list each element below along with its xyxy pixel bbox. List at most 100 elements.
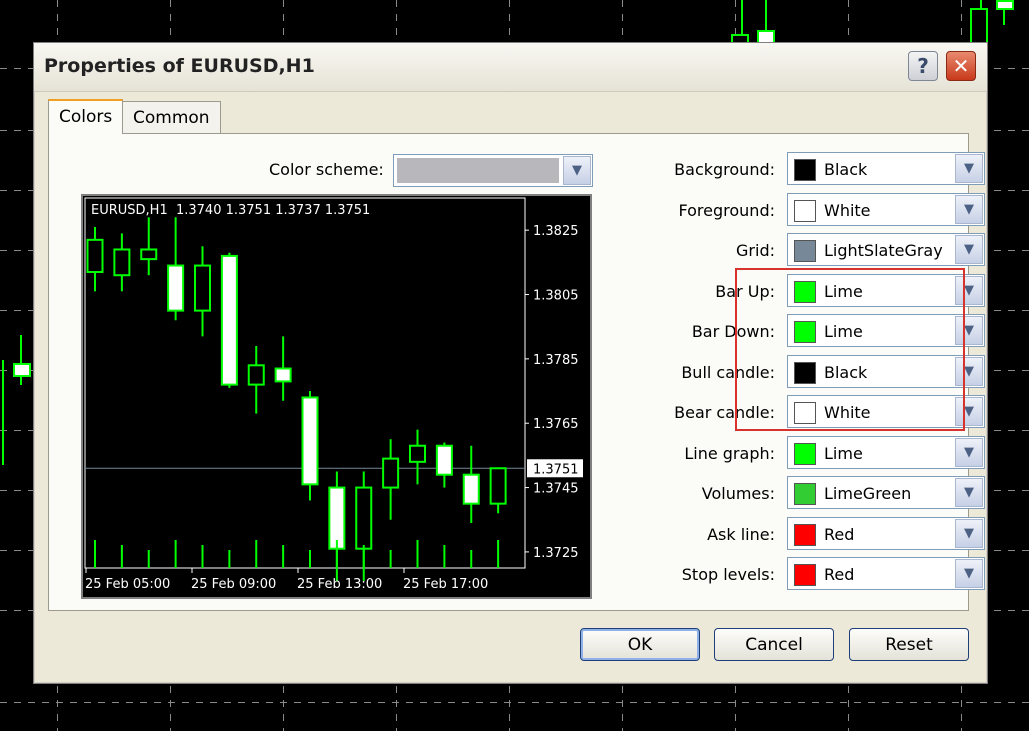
y-tick-label: 1.3765 (533, 417, 579, 432)
color-select[interactable]: LimeGreen ▼ (787, 476, 985, 509)
candle-body (328, 486, 346, 550)
color-select[interactable]: Lime ▼ (787, 274, 985, 307)
property-label: Grid: (736, 241, 775, 260)
color-scheme-select[interactable]: ▼ (393, 154, 593, 187)
candle-body (220, 254, 238, 386)
chevron-down-icon[interactable]: ▼ (955, 559, 983, 588)
property-row: Bar Down: Lime ▼ (609, 314, 985, 348)
color-select[interactable]: White ▼ (787, 395, 985, 428)
chevron-down-icon[interactable]: ▼ (955, 235, 983, 264)
property-row: Bull candle: Black ▼ (609, 355, 985, 389)
candle-body (113, 248, 131, 277)
property-label: Volumes: (701, 484, 775, 503)
property-label: Stop levels: (681, 565, 775, 584)
color-name: Black (824, 363, 868, 382)
bg-candle-body (13, 363, 31, 377)
help-button[interactable]: ? (908, 51, 938, 81)
chevron-down-icon[interactable]: ▼ (955, 316, 983, 345)
bg-candle-body (970, 8, 988, 46)
property-row: Volumes: LimeGreen ▼ (609, 476, 985, 510)
bg-candle-body (996, 0, 1014, 10)
candle-body (301, 396, 319, 486)
reset-button[interactable]: Reset (849, 628, 969, 661)
candle-body (247, 364, 265, 386)
color-swatch (794, 200, 816, 222)
chart-preview: EURUSD,H1 1.3740 1.3751 1.3737 1.3751 1.… (81, 194, 592, 599)
close-button[interactable]: ✕ (946, 51, 976, 81)
color-select[interactable]: Red ▼ (787, 557, 985, 590)
color-swatch (794, 281, 816, 303)
candle-body (140, 248, 158, 261)
color-swatch (794, 159, 816, 181)
property-label: Background: (674, 160, 775, 179)
property-row: Grid: LightSlateGray ▼ (609, 233, 985, 267)
chevron-down-icon[interactable]: ▼ (955, 438, 983, 467)
property-row: Stop levels: Red ▼ (609, 557, 985, 591)
x-tick-label: 25 Feb 17:00 (403, 577, 488, 592)
properties-dialog: Properties of EURUSD,H1 ? ✕ Colors Commo… (33, 42, 988, 684)
color-name: LightSlateGray (824, 241, 943, 260)
color-name: Red (824, 525, 855, 544)
candle-body (274, 367, 292, 383)
color-name: Lime (824, 444, 863, 463)
candle-body (489, 467, 507, 505)
color-swatch (794, 240, 816, 262)
property-row: Foreground: White ▼ (609, 193, 985, 227)
property-row: Ask line: Red ▼ (609, 517, 985, 551)
color-swatch (794, 321, 816, 343)
candle-body (167, 264, 185, 312)
property-label: Foreground: (678, 201, 776, 220)
candle-body (194, 264, 211, 312)
chevron-down-icon[interactable]: ▼ (955, 397, 983, 426)
tab-common[interactable]: Common (122, 101, 221, 133)
color-swatch (794, 443, 816, 465)
candle-body (409, 444, 426, 463)
color-scheme-label: Color scheme: (269, 160, 384, 179)
color-swatch (794, 402, 816, 424)
bg-candle-wick (2, 360, 4, 465)
candle-body (435, 444, 453, 476)
property-row: Bar Up: Lime ▼ (609, 274, 985, 308)
color-select[interactable]: Black ▼ (787, 152, 985, 185)
color-select[interactable]: White ▼ (787, 193, 985, 226)
chevron-down-icon[interactable]: ▼ (955, 357, 983, 386)
property-label: Bar Up: (715, 282, 775, 301)
chevron-down-icon[interactable]: ▼ (955, 154, 983, 183)
property-label: Bar Down: (691, 322, 775, 341)
chevron-down-icon[interactable]: ▼ (955, 195, 983, 224)
property-row: Background: Black ▼ (609, 152, 985, 186)
y-tick-label: 1.3805 (533, 289, 579, 304)
color-select[interactable]: Black ▼ (787, 355, 985, 388)
property-label: Bull candle: (681, 363, 775, 382)
chevron-down-icon[interactable]: ▼ (955, 276, 983, 305)
chart-symbol-header: EURUSD,H1 1.3740 1.3751 1.3737 1.3751 (91, 203, 370, 218)
color-select[interactable]: Lime ▼ (787, 314, 985, 347)
chevron-down-icon[interactable]: ▼ (563, 156, 591, 185)
x-tick-label: 25 Feb 13:00 (297, 577, 382, 592)
bg-candle-wick (20, 335, 22, 385)
chevron-down-icon[interactable]: ▼ (955, 519, 983, 548)
dialog-title: Properties of EURUSD,H1 (44, 55, 315, 77)
color-swatch (794, 483, 816, 505)
tab-colors[interactable]: Colors (48, 99, 124, 134)
color-select[interactable]: Red ▼ (787, 517, 985, 550)
cancel-button[interactable]: Cancel (714, 628, 834, 661)
current-price-label: 1.3751 (533, 462, 579, 477)
candle-body (382, 457, 400, 489)
color-select[interactable]: Lime ▼ (787, 436, 985, 469)
candle-body (462, 473, 480, 505)
title-bar[interactable]: Properties of EURUSD,H1 ? ✕ (34, 43, 987, 92)
color-name: Red (824, 565, 855, 584)
color-swatch (794, 564, 816, 586)
close-icon: ✕ (952, 54, 970, 78)
ok-button[interactable]: OK (580, 628, 700, 661)
color-name: LimeGreen (824, 484, 912, 503)
y-tick-label: 1.3745 (533, 482, 579, 497)
color-name: White (824, 403, 871, 422)
property-row: Bear candle: White ▼ (609, 395, 985, 429)
color-properties: Background: Black ▼ Foreground: White ▼ Grid: L… (609, 134, 985, 604)
color-name: Black (824, 160, 868, 179)
color-swatch (794, 524, 816, 546)
color-select[interactable]: LightSlateGray ▼ (787, 233, 985, 266)
chevron-down-icon[interactable]: ▼ (955, 478, 983, 507)
